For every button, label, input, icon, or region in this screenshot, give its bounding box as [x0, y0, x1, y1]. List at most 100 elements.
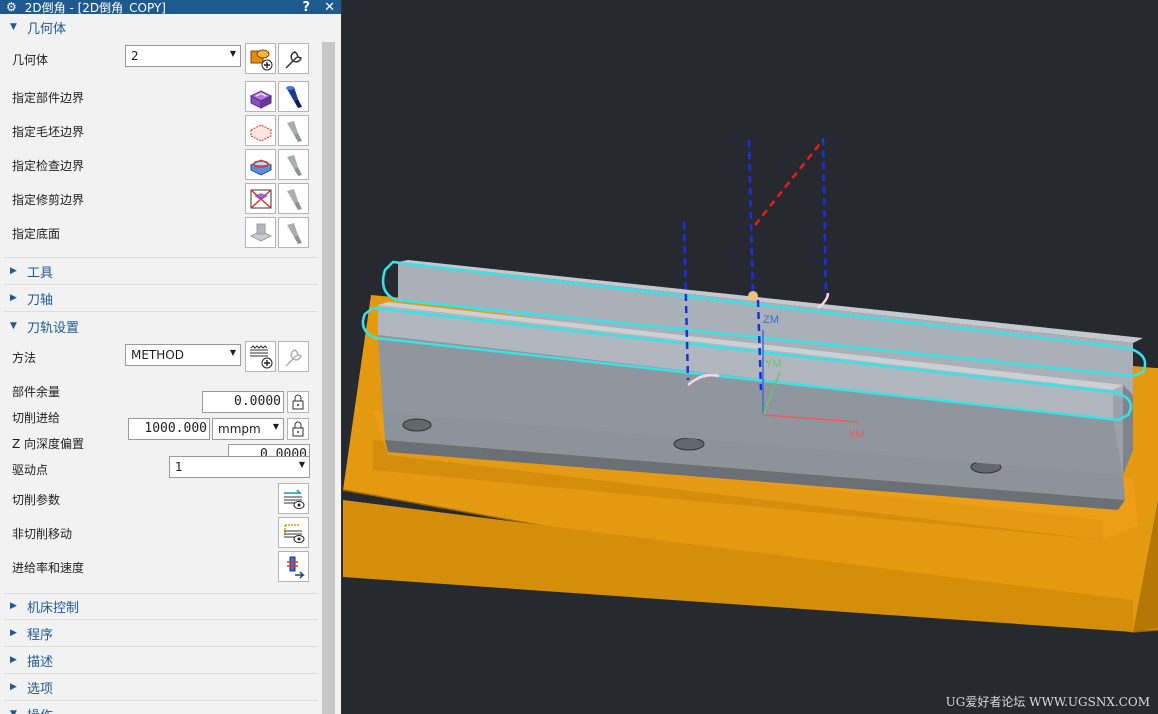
axis-xm-label: XM — [848, 429, 865, 441]
trim-boundary-row: 指定修剪边界 — [0, 183, 320, 214]
non-cut-moves-row: 非切削移动 — [0, 517, 320, 548]
display-part-boundary-button[interactable] — [278, 81, 309, 112]
chevron-right-icon: ▶ — [10, 655, 17, 665]
group-machine-header[interactable]: ▶ 机床控制 — [0, 595, 320, 617]
group-path-header[interactable]: ▼ 刀轨设置 — [0, 315, 320, 337]
new-method-icon — [249, 344, 272, 368]
cut-params-icon — [283, 488, 304, 509]
part-boundary-label: 指定部件边界 — [12, 91, 85, 105]
dialog-scrollbar[interactable] — [320, 14, 341, 714]
group-geometry-header[interactable]: ▼ 几何体 — [0, 16, 320, 38]
chevron-right-icon: ▶ — [10, 266, 17, 276]
blank-boundary-label: 指定毛坯边界 — [12, 125, 85, 139]
cut-params-row: 切削参数 — [0, 483, 320, 514]
forum-watermark: UG爱好者论坛 WWW.UGSNX.COM — [945, 695, 1150, 709]
group-axis-label: 刀轴 — [27, 292, 54, 308]
bolt-hole — [402, 418, 432, 432]
feeds-speeds-icon — [286, 556, 305, 579]
display-blank-boundary-button[interactable] — [278, 115, 309, 146]
feeds-speeds-button[interactable] — [278, 551, 309, 582]
chevron-right-icon: ▶ — [10, 628, 17, 638]
select-check-boundary-button[interactable] — [245, 149, 276, 180]
trim-boundary-label: 指定修剪边界 — [12, 193, 85, 207]
new-method-button[interactable] — [245, 341, 276, 372]
chevron-down-icon: ▼ — [10, 709, 17, 714]
feeds-speeds-label: 进给率和速度 — [12, 561, 85, 575]
geometry-row: 几何体 2 ▼ — [0, 43, 320, 74]
floor-label: 指定底面 — [12, 227, 61, 241]
display-floor-button[interactable] — [278, 217, 309, 248]
new-geometry-button[interactable] — [245, 43, 276, 74]
geometry-select[interactable]: 2 ▼ — [125, 45, 241, 67]
group-options-label: 选项 — [27, 681, 54, 697]
graphics-viewport[interactable]: ZM YM XM UG爱好者论坛 WWW.UGSNX.COM — [343, 0, 1158, 714]
group-program-label: 程序 — [27, 627, 54, 643]
drive-point-select[interactable]: 1 ▼ — [169, 456, 310, 478]
chevron-down-icon: ▼ — [229, 348, 236, 357]
check-boundary-icon — [249, 158, 272, 176]
group-description-label: 描述 — [27, 654, 54, 670]
feeds-speeds-row: 进给率和速度 — [0, 551, 320, 582]
group-machine-label: 机床控制 — [27, 600, 80, 616]
select-floor-button[interactable] — [245, 217, 276, 248]
cut-params-label: 切削参数 — [12, 493, 61, 507]
edit-geometry-button[interactable] — [278, 43, 309, 74]
non-cut-moves-icon — [283, 523, 304, 543]
drive-point-label: 驱动点 — [12, 463, 49, 477]
model-scene: ZM YM XM — [343, 137, 1158, 633]
group-separator — [4, 619, 318, 620]
flashlight-icon — [285, 85, 302, 108]
select-trim-boundary-button[interactable] — [245, 183, 276, 214]
group-actions-label: 操作 — [27, 705, 53, 714]
select-part-boundary-button[interactable] — [245, 81, 276, 112]
nx-window: ⚙ 2D倒角 - [2D倒角_COPY] ? ✕ ▼ 几何体 几何体 2 ▼ 指… — [0, 0, 1158, 714]
check-boundary-label: 指定检查边界 — [12, 159, 85, 173]
flashlight-disabled-icon — [286, 188, 302, 210]
new-geometry-icon — [250, 49, 272, 70]
blank-boundary-row: 指定毛坯边界 — [0, 115, 320, 146]
geometry-select-value: 2 — [131, 49, 139, 63]
feed-label: 切削进给 — [12, 411, 61, 425]
group-tool-header[interactable]: ▶ 工具 — [0, 260, 320, 282]
axis-zm-label: ZM — [763, 314, 779, 326]
group-program-header[interactable]: ▶ 程序 — [0, 622, 320, 644]
non-cut-moves-button[interactable] — [278, 517, 309, 548]
cut-params-button[interactable] — [278, 483, 309, 514]
flashlight-disabled-icon — [286, 120, 302, 142]
operation-dialog: ⚙ 2D倒角 - [2D倒角_COPY] ? ✕ ▼ 几何体 几何体 2 ▼ 指… — [0, 0, 342, 714]
check-boundary-row: 指定检查边界 — [0, 149, 320, 180]
dialog-titlebar: ⚙ 2D倒角 - [2D倒角_COPY] ? ✕ — [0, 0, 341, 15]
method-select[interactable]: METHOD ▼ — [125, 344, 241, 366]
wrench-disabled-icon — [284, 348, 302, 367]
part-boundary-row: 指定部件边界 — [0, 81, 320, 112]
group-actions-header[interactable]: ▼ 操作 — [0, 703, 320, 714]
gear-icon[interactable]: ⚙ — [6, 0, 17, 14]
flashlight-disabled-icon — [286, 154, 302, 176]
display-check-boundary-button[interactable] — [278, 149, 309, 180]
part-boundary-icon — [249, 89, 272, 109]
group-axis-header[interactable]: ▶ 刀轴 — [0, 287, 320, 309]
method-row: 方法 METHOD ▼ — [0, 341, 320, 372]
group-description-header[interactable]: ▶ 描述 — [0, 649, 320, 671]
dialog-panel: ▼ 几何体 几何体 2 ▼ 指定部件边界 指定毛坯边界 指定检查边界 指定修剪边… — [0, 14, 320, 714]
select-blank-boundary-button[interactable] — [245, 115, 276, 146]
floor-row: 指定底面 — [0, 217, 320, 248]
group-separator — [4, 646, 318, 647]
scrollbar-thumb[interactable] — [322, 42, 335, 714]
group-path-label: 刀轨设置 — [27, 320, 80, 336]
group-options-header[interactable]: ▶ 选项 — [0, 676, 320, 698]
group-separator — [4, 673, 318, 674]
drive-point-value: 1 — [175, 460, 183, 474]
edit-method-button[interactable] — [278, 341, 309, 372]
display-trim-boundary-button[interactable] — [278, 183, 309, 214]
bolt-hole — [673, 437, 705, 451]
chevron-down-icon: ▼ — [298, 460, 305, 469]
group-separator — [4, 257, 318, 258]
help-icon[interactable]: ? — [303, 0, 311, 15]
chevron-down-icon: ▼ — [10, 22, 17, 32]
chevron-down-icon: ▼ — [10, 321, 17, 331]
close-icon[interactable]: ✕ — [324, 0, 335, 15]
zdepth-label: Z 向深度偏置 — [12, 437, 85, 451]
group-geometry-label: 几何体 — [27, 21, 67, 37]
chevron-right-icon: ▶ — [10, 293, 17, 303]
